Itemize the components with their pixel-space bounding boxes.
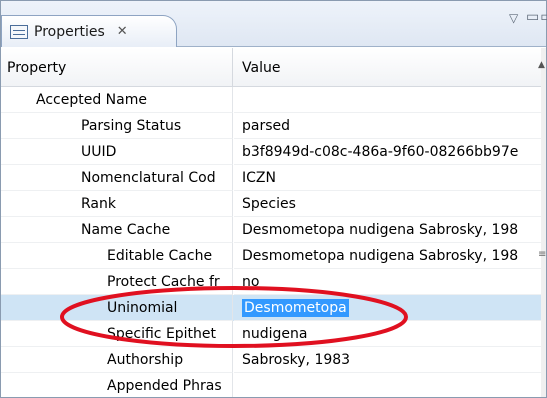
value-cell[interactable]: Species (234, 191, 541, 217)
table-row[interactable]: Authorship Sabrosky, 1983 (1, 347, 541, 373)
close-icon[interactable]: ✕ (117, 24, 128, 39)
scroll-up-icon[interactable]: ▲ (538, 60, 545, 70)
table-row[interactable]: Rank Species (1, 191, 541, 217)
properties-view: Properties ✕ ▽ ▭▭ Property Value Accepte… (0, 0, 547, 398)
scroll-grip-icon[interactable]: ≡ (538, 250, 546, 260)
tab-properties[interactable]: Properties ✕ (1, 15, 177, 47)
value-cell[interactable]: Desmometopa nudigena Sabrosky, 198 (234, 217, 541, 243)
column-header-property[interactable]: Property (1, 48, 233, 87)
table-row[interactable]: Accepted Name (1, 87, 541, 113)
value-cell[interactable]: Sabrosky, 1983 (234, 347, 541, 373)
property-cell: Authorship (1, 347, 233, 373)
value-cell[interactable]: b3f8949d-c08c-486a-9f60-08266bb97e (234, 139, 541, 165)
value-cell[interactable]: nudigena (234, 321, 541, 347)
table-row[interactable]: Nomenclatural Cod ICZN (1, 165, 541, 191)
minimize-icon[interactable]: ▭▭ (526, 9, 547, 25)
value-cell[interactable]: no (234, 269, 541, 295)
properties-table: Property Value Accepted Name Parsing Sta… (1, 48, 546, 397)
table-row[interactable]: Name Cache Desmometopa nudigena Sabrosky… (1, 217, 541, 243)
property-cell: Nomenclatural Cod (1, 165, 233, 191)
table-row[interactable]: Appended Phras (1, 373, 541, 397)
property-cell: Specific Epithet (1, 321, 233, 347)
property-cell: Uninomial (1, 295, 233, 321)
value-cell[interactable] (234, 87, 541, 113)
table-row[interactable]: Parsing Status parsed (1, 113, 541, 139)
table-row[interactable]: Specific Epithet nudigena (1, 321, 541, 347)
property-cell: Editable Cache (1, 243, 233, 269)
value-cell[interactable]: Desmometopa nudigena Sabrosky, 198 (234, 243, 541, 269)
property-cell: Name Cache (1, 217, 233, 243)
value-edit-text[interactable]: Desmometopa (242, 299, 349, 317)
view-menu-icon[interactable]: ▽ (509, 11, 518, 25)
vertical-scrollbar[interactable] (541, 48, 546, 397)
value-cell[interactable] (234, 373, 541, 397)
property-cell: Appended Phras (1, 373, 233, 397)
properties-icon (10, 24, 28, 39)
property-cell: Rank (1, 191, 233, 217)
property-cell: Parsing Status (1, 113, 233, 139)
table-row-selected[interactable]: Uninomial Desmometopa (1, 295, 541, 321)
tab-title: Properties (34, 23, 105, 40)
property-cell: UUID (1, 139, 233, 165)
tab-strip: Properties ✕ ▽ ▭▭ (1, 1, 547, 47)
value-cell-editor[interactable]: Desmometopa (234, 295, 541, 321)
value-cell[interactable]: ICZN (234, 165, 541, 191)
property-cell: Accepted Name (1, 87, 233, 113)
column-header-value[interactable]: Value (234, 48, 534, 87)
table-row[interactable]: UUID b3f8949d-c08c-486a-9f60-08266bb97e (1, 139, 541, 165)
table-row[interactable]: Editable Cache Desmometopa nudigena Sabr… (1, 243, 541, 269)
table-header: Property Value (1, 48, 546, 87)
table-row[interactable]: Protect Cache fr no (1, 269, 541, 295)
value-cell[interactable]: parsed (234, 113, 541, 139)
property-cell: Protect Cache fr (1, 269, 233, 295)
